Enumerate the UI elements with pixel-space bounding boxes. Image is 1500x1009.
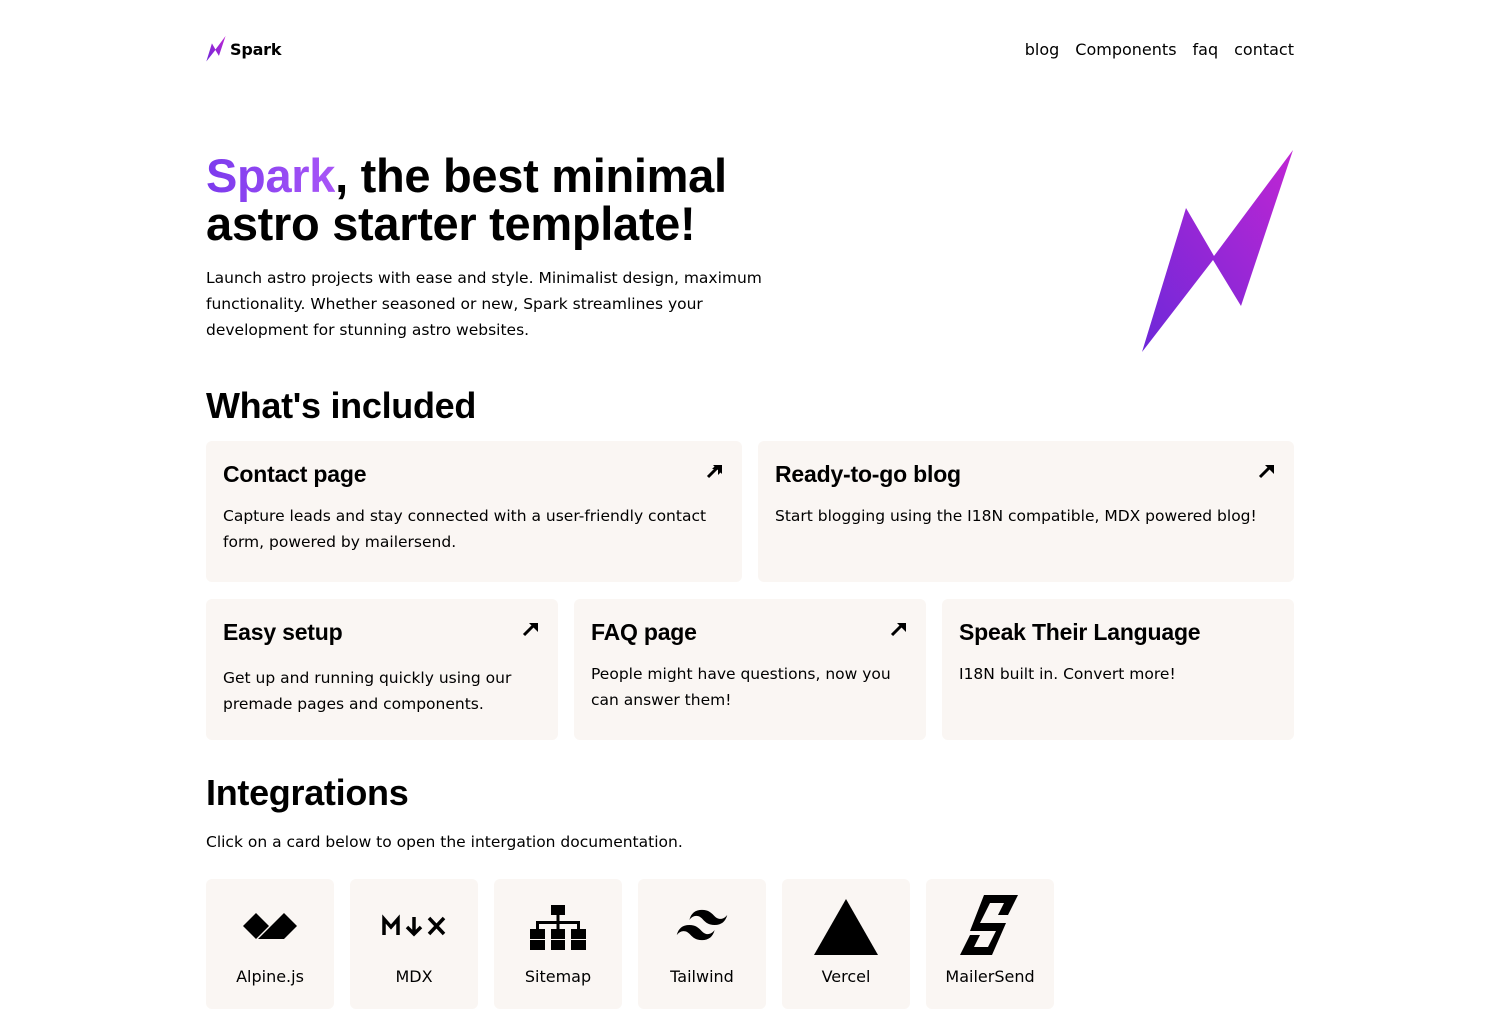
arrow-up-right-icon <box>890 623 906 637</box>
tailwind-icon <box>676 909 728 941</box>
vercel-icon <box>814 899 878 955</box>
hero-description: Launch astro projects with ease and styl… <box>206 269 762 339</box>
feature-card-setup[interactable]: Easy setup Get up and running quickly us… <box>206 599 558 740</box>
feature-card-i18n: Speak Their Language I18N built in. Conv… <box>942 599 1294 740</box>
arrow-up-right-icon <box>1258 465 1274 479</box>
integration-label: MDX <box>395 967 433 986</box>
integration-label: Alpine.js <box>236 967 304 986</box>
integration-label: Sitemap <box>524 967 592 986</box>
arrow-up-right-icon <box>706 465 722 479</box>
hero-title: Spark, the best minimal astro starter te… <box>206 152 826 248</box>
integration-label: Vercel <box>821 967 871 986</box>
nav-blog[interactable]: blog <box>1025 40 1060 59</box>
card-title: Speak Their Language <box>959 619 1201 645</box>
spark-logo-icon <box>206 36 226 62</box>
card-title: Easy setup <box>223 619 343 645</box>
feature-card-blog[interactable]: Ready-to-go blog Start blogging using th… <box>758 441 1294 582</box>
integration-label: MailerSend <box>945 967 1035 986</box>
integrations-description: Click on a card below to open the interg… <box>206 833 683 851</box>
card-text: Get up and running quickly using our pre… <box>223 669 512 713</box>
card-text: Capture leads and stay connected with a … <box>223 507 707 551</box>
nav-faq[interactable]: faq <box>1193 40 1219 59</box>
card-text: I18N built in. Convert more! <box>959 665 1176 683</box>
feature-card-contact[interactable]: Contact page Capture leads and stay conn… <box>206 441 742 582</box>
integration-card-mdx[interactable]: MDX <box>350 879 478 1009</box>
hero-title-brand: Spark <box>206 149 336 202</box>
integration-label: Tailwind <box>670 967 734 986</box>
main-nav: blog Components faq contact <box>1025 40 1294 59</box>
included-heading: What's included <box>206 385 477 426</box>
card-title: Ready-to-go blog <box>775 461 961 487</box>
integration-card-mailersend[interactable]: MailerSend <box>926 879 1054 1009</box>
integration-card-alpinejs[interactable]: Alpine.js <box>206 879 334 1009</box>
integration-card-sitemap[interactable]: Sitemap <box>494 879 622 1009</box>
integration-card-tailwind[interactable]: Tailwind <box>638 879 766 1009</box>
logo-text: Spark <box>230 39 282 59</box>
nav-components[interactable]: Components <box>1075 40 1176 59</box>
sitemap-icon <box>530 905 586 950</box>
lightning-bolt-icon <box>1142 150 1293 352</box>
integrations-heading: Integrations <box>206 772 409 813</box>
site-header: Spark blog Components faq contact <box>206 34 1294 64</box>
card-title: Contact page <box>223 461 367 487</box>
card-text: People might have questions, now you can… <box>591 665 891 709</box>
logo-link[interactable]: Spark <box>206 36 282 62</box>
nav-contact[interactable]: contact <box>1234 40 1294 59</box>
card-text: Start blogging using the I18N compatible… <box>775 507 1257 525</box>
integration-card-vercel[interactable]: Vercel <box>782 879 910 1009</box>
mailersend-icon <box>960 895 1018 955</box>
feature-card-faq[interactable]: FAQ page People might have questions, no… <box>574 599 926 740</box>
arrow-up-right-icon <box>522 623 538 637</box>
mdx-icon <box>382 914 446 937</box>
card-title: FAQ page <box>591 619 697 645</box>
alpinejs-icon <box>243 913 297 939</box>
